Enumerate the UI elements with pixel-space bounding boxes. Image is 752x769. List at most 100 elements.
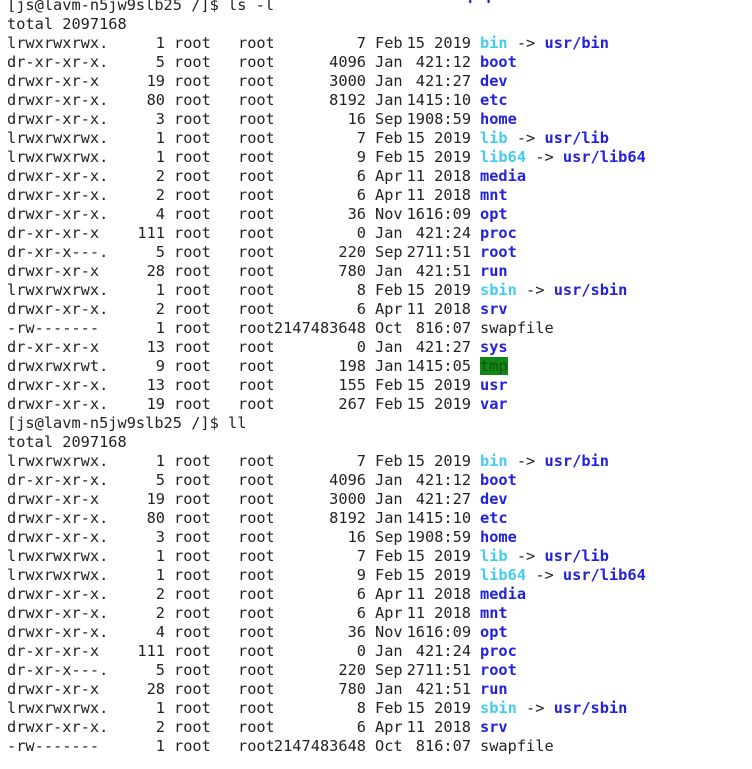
- owner: root: [174, 148, 211, 166]
- file-name[interactable]: boot: [480, 53, 517, 71]
- owner: root: [174, 528, 211, 546]
- permissions: lrwxrwxrwx.: [7, 34, 109, 52]
- symlink-target[interactable]: usr/bin: [544, 452, 608, 470]
- day: 15: [406, 395, 425, 413]
- file-name[interactable]: lib: [480, 547, 508, 565]
- symlink-target[interactable]: usr/sbin: [554, 699, 628, 717]
- group: root: [238, 300, 273, 318]
- file-name[interactable]: dev: [480, 72, 508, 90]
- file-name[interactable]: swapfile: [480, 737, 554, 755]
- link-count: 2: [155, 300, 165, 318]
- permissions: dr-xr-x---.: [7, 243, 109, 261]
- file-name[interactable]: bin: [480, 34, 508, 52]
- time-or-year: 16:09: [425, 623, 471, 641]
- symlink-target[interactable]: usr/lib64: [563, 148, 646, 166]
- file-name[interactable]: etc: [480, 509, 508, 527]
- file-name[interactable]: home: [480, 528, 517, 546]
- file-name[interactable]: sys: [480, 338, 508, 356]
- file-name[interactable]: srv: [480, 718, 508, 736]
- file-name[interactable]: swapfile: [480, 319, 554, 337]
- shell-prompt-line: [js@lavm-n5jw9slb25 /]$ ll: [7, 414, 247, 432]
- file-name[interactable]: proc: [480, 642, 517, 660]
- day: 4: [415, 338, 425, 356]
- day: 8: [415, 319, 425, 337]
- group: root: [238, 262, 273, 280]
- file-name[interactable]: media: [480, 585, 526, 603]
- listing-row: drwxr-xr-x. 4 root root 36 Nov 1616:09 opt: [7, 205, 752, 224]
- file-name[interactable]: run: [480, 262, 508, 280]
- permissions: lrwxrwxrwx.: [7, 281, 109, 299]
- terminal-output[interactable]: [js@lavm-n5jw9slb25 /]$ ls -l total 20971…: [7, 0, 752, 756]
- file-name[interactable]: root: [480, 661, 517, 679]
- total-line: total 2097168: [7, 433, 127, 451]
- listing-row: lrwxrwxrwx. 1 root root 7 Feb 15 2019 bin -> usr…: [7, 34, 752, 53]
- file-name[interactable]: proc: [480, 224, 517, 242]
- file-name[interactable]: mnt: [480, 604, 508, 622]
- month: Apr: [375, 604, 402, 622]
- time-or-year: 2018: [434, 186, 471, 204]
- file-name[interactable]: opt: [480, 623, 508, 641]
- symlink-target[interactable]: usr/bin: [544, 34, 608, 52]
- listing-row: dr-xr-xr-x 111 root root 0 Jan 421:24 proc: [7, 642, 752, 661]
- permissions: dr-xr-xr-x: [7, 642, 100, 660]
- time-or-year: 15:10: [425, 509, 471, 527]
- listing-row: drwxr-xr-x 28 root root 780 Jan 421:51 run: [7, 262, 752, 281]
- owner: root: [174, 338, 211, 356]
- permissions: drwxr-xr-x.: [7, 167, 109, 185]
- file-name[interactable]: sbin: [480, 699, 517, 717]
- file-name[interactable]: home: [480, 110, 517, 128]
- file-size: 36: [347, 205, 366, 223]
- day: 4: [415, 53, 425, 71]
- group: root: [238, 205, 273, 223]
- group: root: [238, 642, 273, 660]
- file-size: 9: [356, 148, 366, 166]
- symlink-target[interactable]: usr/sbin: [554, 281, 628, 299]
- group: root: [238, 604, 273, 622]
- symlink-target[interactable]: usr/lib: [544, 129, 608, 147]
- owner: root: [174, 357, 211, 375]
- file-name[interactable]: usr: [480, 376, 508, 394]
- file-name[interactable]: opt: [480, 205, 508, 223]
- file-name[interactable]: lib: [480, 129, 508, 147]
- owner: root: [174, 566, 211, 584]
- file-name[interactable]: mnt: [480, 186, 508, 204]
- listing-row: drwxr-xr-x 19 root root 3000 Jan 421:27 dev: [7, 72, 752, 91]
- file-name[interactable]: sbin: [480, 281, 517, 299]
- symlink-arrow: ->: [526, 566, 563, 584]
- total-line: total 2097168: [7, 15, 127, 33]
- file-name[interactable]: lib64: [480, 148, 526, 166]
- listing-row: lrwxrwxrwx. 1 root root 7 Feb 15 2019 lib -> usr…: [7, 129, 752, 148]
- permissions: drwxr-xr-x.: [7, 604, 109, 622]
- symlink-target[interactable]: usr/lib64: [563, 566, 646, 584]
- symlink-target[interactable]: usr/lib: [544, 547, 608, 565]
- file-name[interactable]: tmp: [480, 357, 508, 375]
- permissions: drwxr-xr-x: [7, 680, 100, 698]
- file-size: 7: [356, 452, 366, 470]
- link-count: 13: [146, 338, 165, 356]
- file-name[interactable]: srv: [480, 300, 508, 318]
- file-name[interactable]: dev: [480, 490, 508, 508]
- file-name[interactable]: bin: [480, 452, 508, 470]
- day: 4: [415, 471, 425, 489]
- day: 15: [406, 452, 425, 470]
- permissions: drwxr-xr-x.: [7, 110, 109, 128]
- file-name[interactable]: root: [480, 243, 517, 261]
- symlink-arrow: ->: [507, 547, 545, 565]
- owner: root: [174, 281, 211, 299]
- file-name[interactable]: etc: [480, 91, 508, 109]
- file-name[interactable]: boot: [480, 471, 517, 489]
- file-name[interactable]: run: [480, 680, 508, 698]
- file-size: 16: [347, 528, 366, 546]
- file-name[interactable]: var: [480, 395, 508, 413]
- time-or-year: 2019: [434, 566, 471, 584]
- time-or-year: 16:07: [425, 319, 471, 337]
- file-name[interactable]: lib64: [480, 566, 526, 584]
- file-size: 6: [356, 186, 366, 204]
- group: root: [238, 53, 273, 71]
- file-name[interactable]: media: [480, 167, 526, 185]
- listing-row: lrwxrwxrwx. 1 root root 8 Feb 15 2019 sbin -> us…: [7, 281, 752, 300]
- permissions: drwxr-xr-x.: [7, 300, 109, 318]
- group: root: [238, 110, 273, 128]
- time-or-year: 21:27: [425, 72, 471, 90]
- time-or-year: 21:27: [425, 490, 471, 508]
